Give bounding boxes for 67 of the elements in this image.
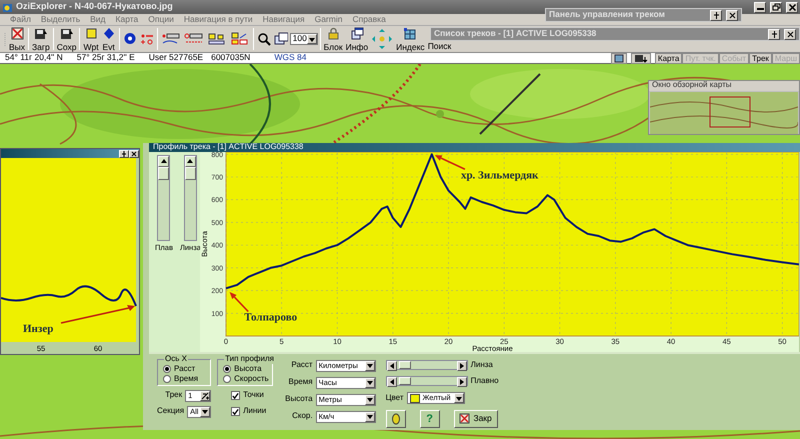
close-button[interactable]: [726, 10, 738, 20]
toolbar-button[interactable]: [256, 31, 272, 47]
grip-icon: [3, 32, 7, 46]
window-stack-icon: [274, 32, 288, 46]
close-icon: [786, 30, 794, 38]
toolbar-button[interactable]: Вых: [8, 26, 26, 52]
image-icon: [614, 54, 624, 63]
toolbar-button[interactable]: Сохр: [56, 26, 78, 52]
menu-item[interactable]: Карта: [116, 14, 138, 24]
caret-icon: [308, 36, 316, 42]
menu-item[interactable]: Garmin: [314, 14, 342, 24]
window-icon: [350, 26, 364, 40]
close-button[interactable]: [786, 2, 798, 12]
layer-button[interactable]: Карта: [654, 52, 682, 64]
menu-item[interactable]: Навигация: [262, 14, 305, 24]
diamond-icon: [102, 26, 116, 40]
map-button[interactable]: [610, 52, 627, 64]
pin-icon: [770, 30, 778, 38]
disk-icon: [634, 54, 648, 63]
menu-item[interactable]: Выделить: [40, 14, 80, 24]
cross-box-icon: [10, 26, 24, 40]
menu-item[interactable]: Навигация в пути: [184, 14, 253, 24]
track-tools-icon: [140, 32, 154, 46]
save-button[interactable]: [630, 52, 651, 64]
coordinate-text: User 527765E: [148, 53, 204, 63]
move-arrows-icon: [371, 28, 394, 50]
toolbar-button[interactable]: Блок: [322, 26, 344, 52]
toolbar-button[interactable]: Индекс: [395, 26, 426, 52]
panel-title: Панель управления треком: [549, 10, 665, 20]
close-button[interactable]: [784, 28, 796, 40]
coordinate-text: 54° 11г 20,4'' N: [5, 53, 63, 63]
close-icon: [788, 2, 796, 12]
padlock-icon: [326, 26, 340, 40]
toolbar-button[interactable]: Wpt: [82, 26, 100, 52]
toolbar-button[interactable]: [122, 31, 138, 47]
coordinate-text: 6007035N: [211, 53, 250, 63]
dropdown-button[interactable]: [306, 34, 317, 44]
menu-item[interactable]: Опции: [148, 14, 174, 24]
close-icon: [728, 10, 736, 20]
toolbar-button[interactable]: Инфо: [344, 26, 370, 52]
layer-button[interactable]: Трек: [749, 52, 772, 64]
toolbar-button[interactable]: Evt: [100, 26, 117, 52]
pin-button[interactable]: [710, 10, 722, 20]
toolbar-button[interactable]: Загр: [31, 26, 51, 52]
menu-item[interactable]: Файл: [10, 14, 31, 24]
list-tools-icon: [230, 32, 250, 46]
menu-item[interactable]: Справка: [352, 14, 386, 24]
minimize-button[interactable]: [754, 2, 766, 12]
panel-title: Список треков - [1] ACTIVE LOG095338: [434, 29, 596, 39]
pin-icon: [712, 10, 720, 20]
minimize-icon: [756, 8, 764, 10]
menu-item[interactable]: Вид: [90, 14, 106, 24]
search-icon: [256, 32, 271, 46]
window-title: OziExplorer - N-40-067-Нукатово.jpg: [16, 2, 173, 12]
ring-icon: [122, 32, 137, 46]
grid-icon: [403, 26, 418, 40]
toolbar-button[interactable]: [272, 31, 289, 47]
track-show-icon: [160, 32, 181, 46]
restore-icon: [772, 2, 780, 12]
app-icon: [2, 2, 13, 12]
restore-button[interactable]: [770, 2, 782, 12]
route-tools-icon: [206, 32, 227, 46]
square-icon: [84, 26, 98, 40]
coordinate-text: 57° 25г 31,2'' E: [76, 53, 135, 63]
toolbar-button[interactable]: Поиск: [426, 42, 452, 52]
pin-button[interactable]: [768, 28, 780, 40]
datum-label: WGS 84: [274, 53, 306, 63]
